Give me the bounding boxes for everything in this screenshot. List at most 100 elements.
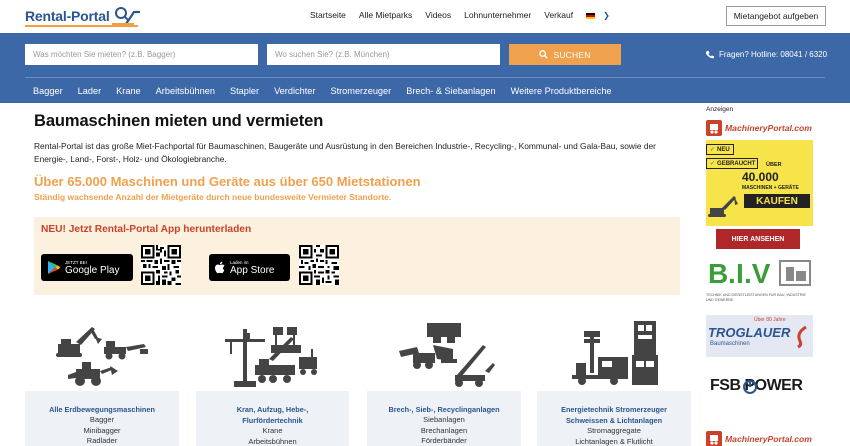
card-title-line-1: Energietechnik Stromerzeuger bbox=[561, 405, 667, 414]
search-icon bbox=[539, 50, 549, 59]
what-search-input[interactable]: Was möchten Sie mieten? (z.B. Bagger) bbox=[25, 44, 258, 65]
troglauer-years: Über 80 Jahre bbox=[754, 317, 786, 323]
crane-lifting-icon[interactable] bbox=[225, 319, 325, 389]
logo-text: Rental-Portal bbox=[25, 8, 110, 24]
google-play-icon bbox=[48, 261, 61, 274]
card-link-radlader[interactable]: Radlader bbox=[25, 436, 179, 446]
hotline-text: Fragen? Hotline: 08041 / 6320 bbox=[719, 50, 828, 59]
stats-subheadline: Ständig wachsende Anzahl der Mietgeräte … bbox=[34, 192, 392, 202]
category-brech-siebanlagen[interactable]: Brech- & Siebanlagen bbox=[406, 86, 495, 96]
phone-icon bbox=[705, 50, 714, 59]
energy-technology-icon[interactable] bbox=[568, 319, 668, 389]
offer-buy: KAUFEN bbox=[744, 194, 810, 208]
badge-used: ✓ GEBRAUCHT bbox=[706, 158, 758, 169]
card-link-stromaggregate[interactable]: Stromaggregate bbox=[537, 426, 691, 437]
machineryportal-logo-icon bbox=[706, 120, 722, 136]
main-content: Baumaschinen mieten und vermieten Rental… bbox=[25, 103, 700, 446]
svg-text:I: I bbox=[736, 258, 744, 289]
machineryportal-logo: MachineryPortal.com bbox=[706, 118, 813, 138]
category-bagger[interactable]: Bagger bbox=[33, 86, 63, 96]
top-nav: Startseite Alle Mietparks Videos Lohnunt… bbox=[310, 10, 610, 20]
card-link-arbeitsbuehnen[interactable]: Arbeitsbühnen bbox=[196, 437, 349, 446]
fsb-power-logo-icon bbox=[743, 380, 757, 394]
troglauer-logo-icon bbox=[797, 325, 807, 349]
machineryportal-ad[interactable]: MachineryPortal.com ✓ NEU ✓ GEBRAUCHT ÜBER… bbox=[706, 118, 813, 249]
hotline[interactable]: Fragen? Hotline: 08041 / 6320 bbox=[705, 50, 827, 59]
nav-lohnunternehmer[interactable]: Lohnunternehmer bbox=[464, 10, 531, 20]
offer-panel: ✓ NEU ✓ GEBRAUCHT ÜBER 40.000 MASCHINEN + … bbox=[706, 140, 813, 226]
card-link-foerderbaender[interactable]: Förderbänder bbox=[367, 436, 521, 446]
crushing-screening-icon[interactable] bbox=[397, 319, 497, 389]
offer-over: ÜBER bbox=[766, 162, 782, 168]
machineryportal-text: MachineryPortal.com bbox=[725, 123, 812, 133]
category-verdichter[interactable]: Verdichter bbox=[274, 86, 315, 96]
category-card-crushing-screening[interactable]: Brech-, Sieb-, Recyclinganlagen Siebanla… bbox=[367, 391, 521, 446]
offer-view-button[interactable]: HIER ANSEHEN bbox=[716, 229, 800, 249]
google-play-button[interactable]: JETZT BEI Google Play bbox=[41, 254, 133, 281]
category-nav: Bagger Lader Krane Arbeitsbühnen Stapler… bbox=[33, 86, 612, 96]
category-arbeitsbuehnen[interactable]: Arbeitsbühnen bbox=[156, 86, 215, 96]
troglauer-subtitle: Baumaschinen bbox=[710, 341, 750, 347]
create-offer-button[interactable]: Mietangebot aufgeben bbox=[726, 6, 826, 26]
search-button[interactable]: SUCHEN bbox=[509, 44, 621, 65]
card-title-line-2: Flurfördertechnik bbox=[242, 416, 303, 425]
qr-code-android[interactable] bbox=[141, 245, 181, 285]
card-link-lichtanlagen[interactable]: Lichtanlagen & Flutlicht bbox=[537, 437, 691, 446]
where-search-input[interactable]: Wo suchen Sie? (z.B. München) bbox=[267, 44, 500, 65]
category-card-crane-lifting[interactable]: Kran, Aufzug, Hebe-, Flurfördertechnik K… bbox=[196, 391, 349, 446]
machineryportal-logo-2: MachineryPortal.com bbox=[706, 431, 813, 446]
machineryportal-logo-icon bbox=[706, 431, 722, 446]
category-stapler[interactable]: Stapler bbox=[230, 86, 259, 96]
offer-count: 40.000 bbox=[742, 170, 779, 184]
card-title: Alle Erdbewegungsmaschinen bbox=[49, 405, 155, 414]
german-flag-icon bbox=[586, 13, 596, 19]
card-link-bagger[interactable]: Bagger bbox=[25, 415, 179, 426]
intro-text: Rental-Portal ist das große Miet-Fachpor… bbox=[34, 141, 656, 164]
card-link-brechanlagen[interactable]: Brechanlagen bbox=[367, 426, 521, 437]
nav-verkauf[interactable]: Verkauf bbox=[544, 10, 573, 20]
excavator-icon bbox=[708, 196, 738, 217]
fsb-power-ad[interactable]: FSB POWER bbox=[706, 365, 813, 409]
svg-text:.V: .V bbox=[744, 258, 771, 289]
badge-new: ✓ NEU bbox=[706, 144, 734, 155]
nav-videos[interactable]: Videos bbox=[425, 10, 451, 20]
nav-mietparks[interactable]: Alle Mietparks bbox=[359, 10, 412, 20]
machineryportal-ad-2[interactable]: MachineryPortal.com bbox=[706, 431, 813, 446]
biv-logo-icon: B . I .V bbox=[708, 258, 811, 289]
apple-icon bbox=[215, 261, 225, 274]
troglauer-ad[interactable]: Über 80 Jahre TROGLAUER Baumaschinen bbox=[706, 315, 813, 357]
ads-label: Anzeigen bbox=[706, 106, 734, 113]
card-link-krane[interactable]: Krane bbox=[196, 426, 349, 437]
stats-headline: Über 65.000 Maschinen und Geräte aus übe… bbox=[34, 174, 421, 189]
card-link-minibagger[interactable]: Minibagger bbox=[25, 426, 179, 437]
badge-new-text: NEU bbox=[717, 146, 730, 153]
logo-magnifier-icon bbox=[111, 7, 140, 25]
ads-sidebar: Anzeigen MachineryPortal.com ✓ NEU ✓ GEBRA… bbox=[700, 103, 850, 446]
google-play-text: Google Play bbox=[65, 264, 120, 276]
biv-ad[interactable]: B . I .V TECHNIK UND DIENSTLEISTUNGEN FÜ… bbox=[706, 257, 813, 307]
category-krane[interactable]: Krane bbox=[116, 86, 141, 96]
nav-startseite[interactable]: Startseite bbox=[310, 10, 346, 20]
troglauer-name: TROGLAUER bbox=[708, 325, 791, 340]
chevron-down-icon: ❯ bbox=[603, 10, 610, 20]
earthmoving-machines-icon[interactable] bbox=[54, 319, 154, 389]
qr-code-ios[interactable] bbox=[299, 245, 339, 285]
app-download-box: NEU! Jetzt Rental-Portal App herunterlad… bbox=[34, 217, 680, 295]
card-link-siebanlagen[interactable]: Siebanlagen bbox=[367, 415, 521, 426]
svg-text:.: . bbox=[728, 258, 736, 289]
category-card-earthmoving[interactable]: Alle Erdbewegungsmaschinen Bagger Miniba… bbox=[25, 391, 179, 446]
svg-text:B: B bbox=[708, 258, 728, 289]
language-selector[interactable]: ❯ bbox=[586, 10, 610, 20]
category-stromerzeuger[interactable]: Stromerzeuger bbox=[330, 86, 391, 96]
search-band: Was möchten Sie mieten? (z.B. Bagger) Wo… bbox=[0, 33, 850, 103]
app-store-button[interactable]: Laden im App Store bbox=[209, 254, 290, 281]
site-logo[interactable]: Rental-Portal bbox=[25, 5, 142, 27]
biv-subtitle: TECHNIK UND DIENSTLEISTUNGEN FÜR BAU, IN… bbox=[706, 293, 806, 302]
app-store-text: App Store bbox=[230, 264, 275, 276]
category-weitere[interactable]: Weitere Produktbereiche bbox=[511, 86, 612, 96]
card-title-line-2: Schweissen & Lichtanlagen bbox=[565, 416, 663, 425]
card-title: Brech-, Sieb-, Recyclinganlagen bbox=[388, 405, 500, 414]
category-card-energy[interactable]: Energietechnik Stromerzeuger Schweissen … bbox=[537, 391, 691, 446]
badge-used-text: GEBRAUCHT bbox=[717, 160, 756, 167]
category-lader[interactable]: Lader bbox=[78, 86, 102, 96]
